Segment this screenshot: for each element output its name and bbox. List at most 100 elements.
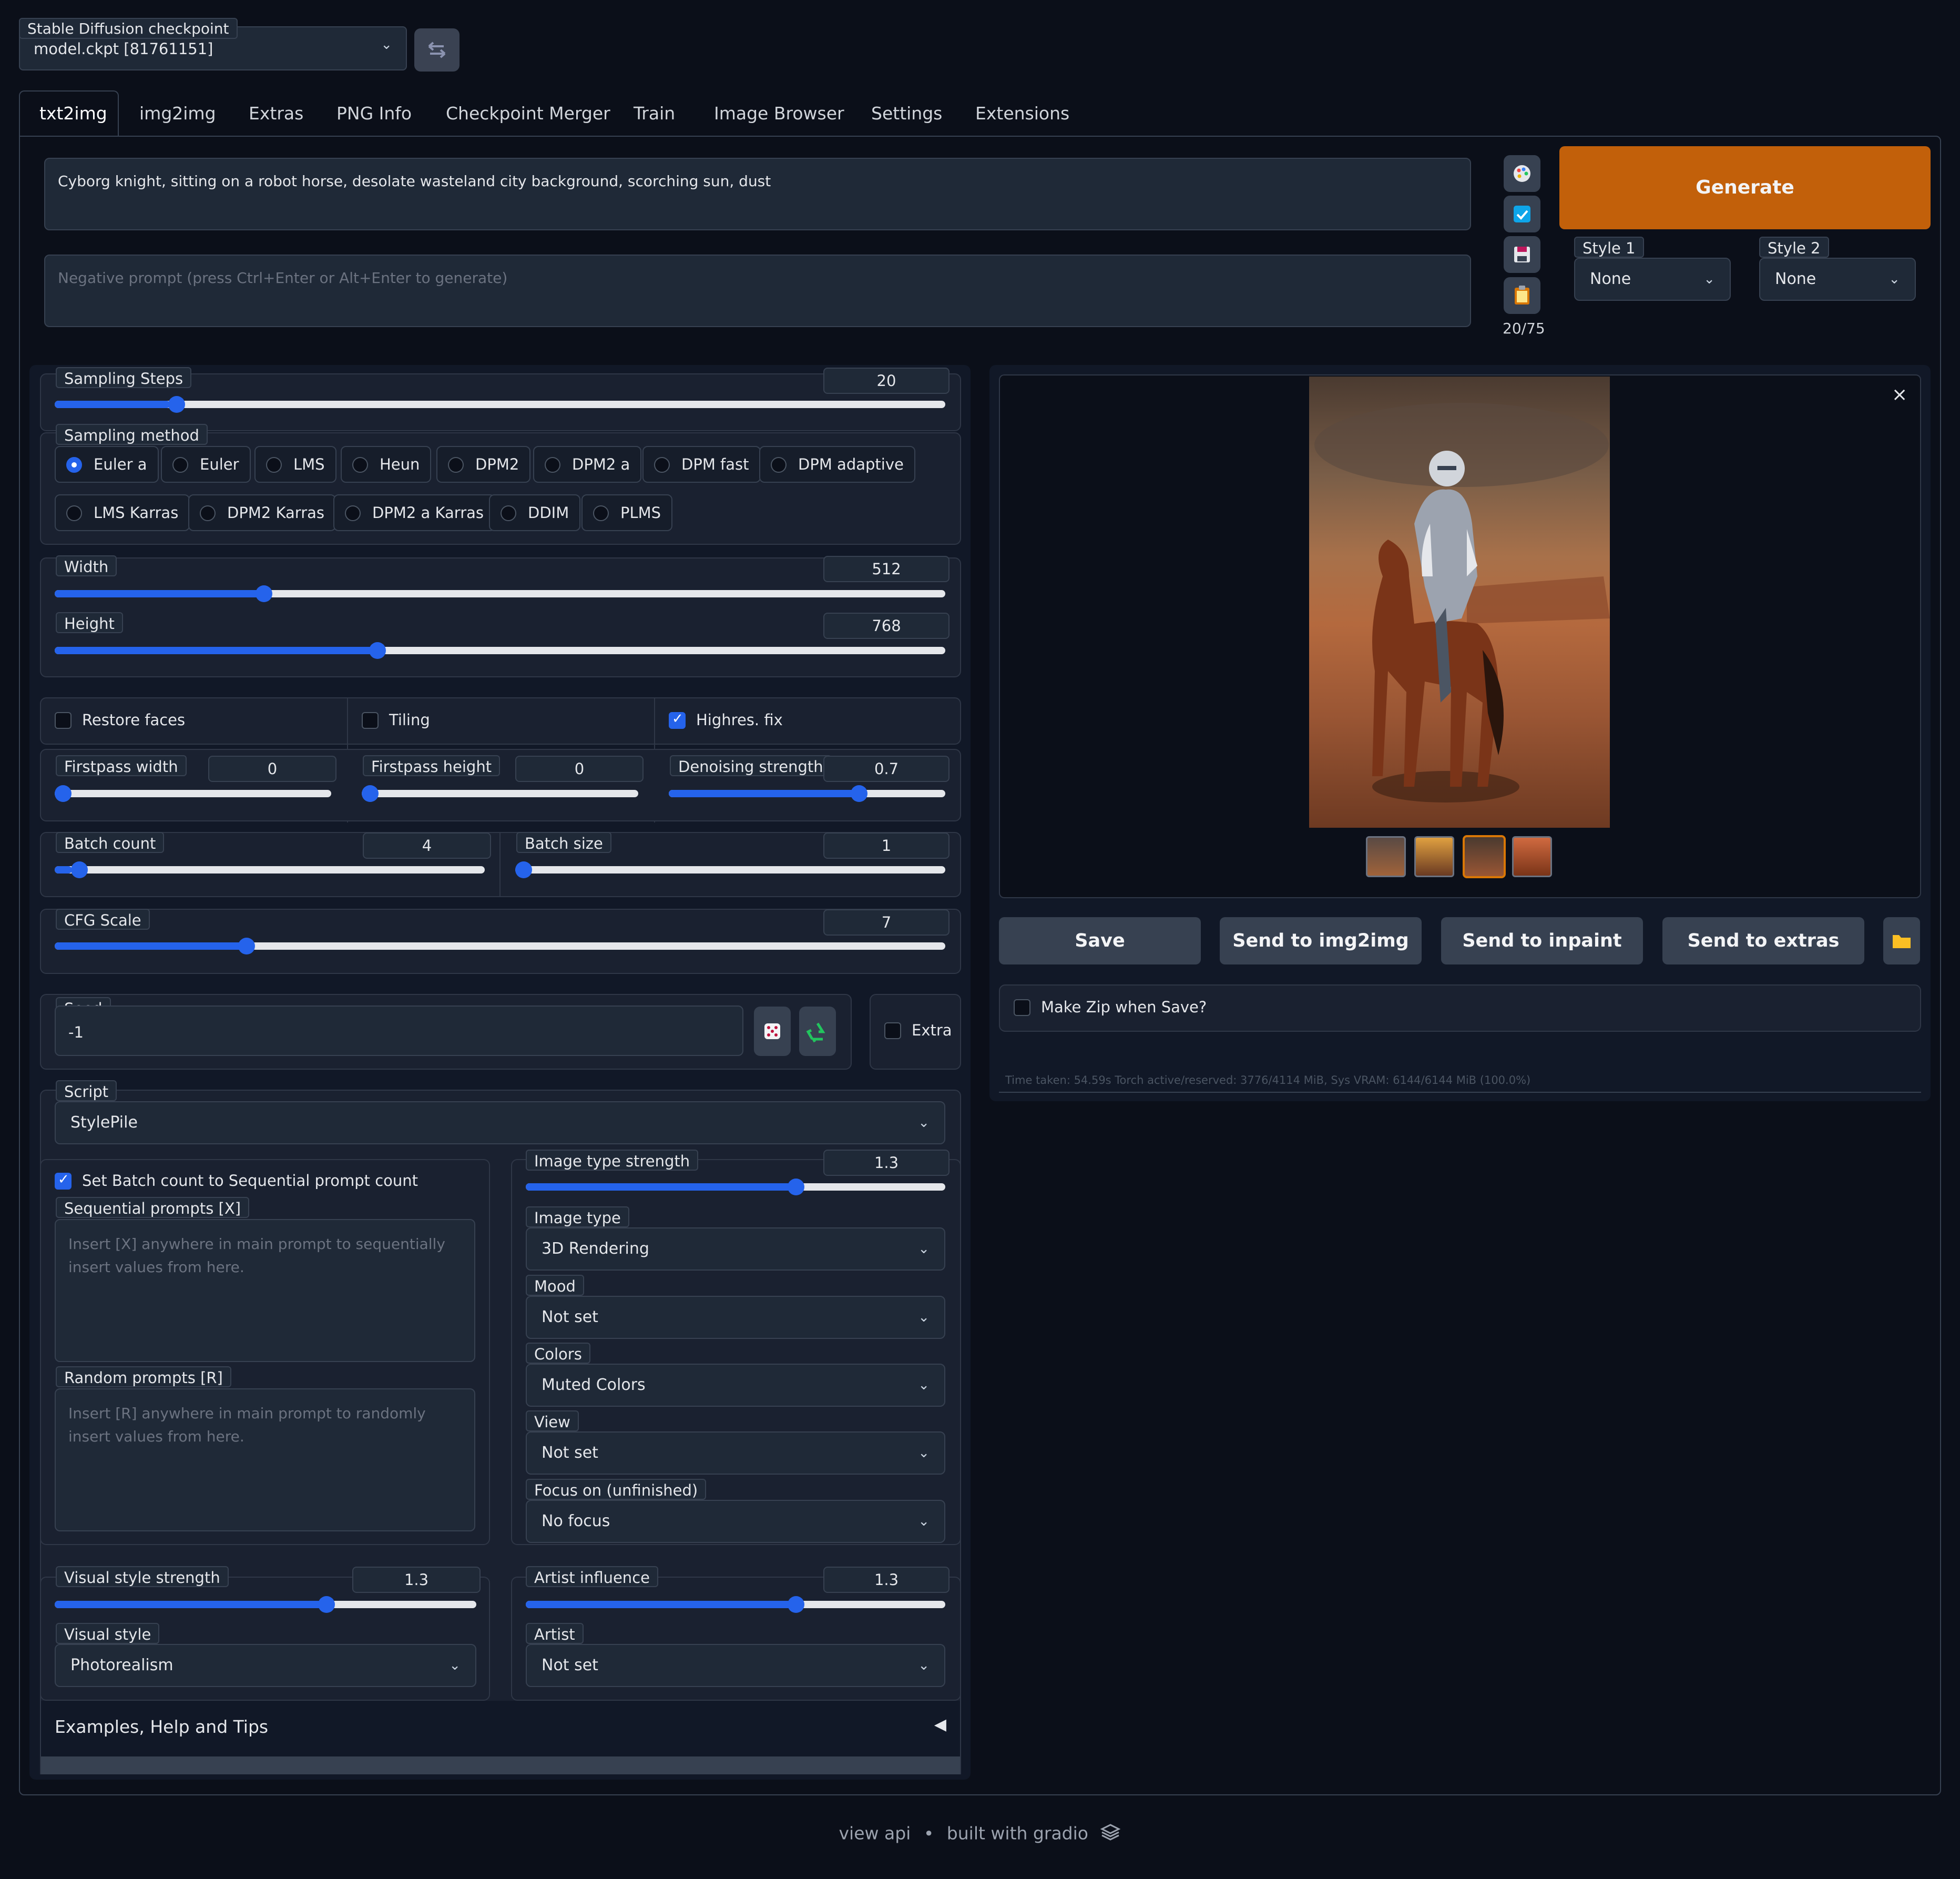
generated-image[interactable] <box>1309 377 1610 828</box>
sampling-steps-slider[interactable] <box>55 396 945 413</box>
seed-extra-checkbox[interactable] <box>884 1022 901 1039</box>
thumbnail-4[interactable] <box>1512 836 1552 877</box>
slider-thumb[interactable] <box>256 585 273 602</box>
height-input[interactable]: 768 <box>823 613 950 639</box>
reuse-seed-button[interactable] <box>799 1007 836 1056</box>
firstpass-width-slider[interactable] <box>55 785 331 802</box>
view-select[interactable]: Not set ⌄ <box>526 1431 945 1475</box>
script-select[interactable]: StylePile ⌄ <box>55 1101 945 1144</box>
apply-style-button[interactable] <box>1504 196 1540 232</box>
image-type-strength-slider[interactable] <box>526 1179 945 1195</box>
denoising-slider[interactable] <box>669 785 945 802</box>
checkpoint-select[interactable]: Stable Diffusion checkpoint model.ckpt [… <box>19 18 407 70</box>
tab-checkpoint-merger[interactable]: Checkpoint Merger <box>446 100 610 137</box>
tab-extras[interactable]: Extras <box>249 100 303 137</box>
generate-button[interactable]: Generate <box>1559 146 1931 229</box>
send-to-inpaint-button[interactable]: Send to inpaint <box>1441 917 1643 964</box>
examples-accordion[interactable]: Examples, Help and Tips ◀ <box>40 1701 961 1774</box>
slider-thumb[interactable] <box>787 1596 804 1613</box>
radio-euler[interactable]: Euler <box>161 446 251 483</box>
style2-select[interactable]: None ⌄ <box>1759 258 1916 301</box>
restore-faces-checkbox[interactable] <box>55 712 72 729</box>
slider-thumb[interactable] <box>787 1179 804 1195</box>
thumbnail-2[interactable] <box>1414 836 1454 877</box>
paste-button[interactable] <box>1504 277 1540 314</box>
radio-heun[interactable]: Heun <box>341 446 432 483</box>
visual-style-strength-input[interactable]: 1.3 <box>352 1567 481 1593</box>
radio-dpm2-karras[interactable]: DPM2 Karras <box>188 494 336 531</box>
radio-dpm2-a-karras[interactable]: DPM2 a Karras <box>333 494 495 531</box>
slider-thumb[interactable] <box>238 938 256 954</box>
tiling-checkbox[interactable] <box>362 712 379 729</box>
batch-size-slider[interactable] <box>515 861 945 878</box>
radio-dpm-fast[interactable]: DPM fast <box>642 446 761 483</box>
save-style-button[interactable] <box>1504 236 1540 273</box>
image-type-strength-input[interactable]: 1.3 <box>823 1150 950 1176</box>
firstpass-height-slider[interactable] <box>362 785 638 802</box>
slider-thumb[interactable] <box>850 785 867 802</box>
view-api-link[interactable]: view api <box>839 1823 911 1844</box>
thumbnail-3[interactable] <box>1463 835 1506 878</box>
width-slider[interactable] <box>55 585 945 602</box>
sequential-prompts-input[interactable]: Insert [X] anywhere in main prompt to se… <box>55 1219 475 1362</box>
radio-plms[interactable]: PLMS <box>581 494 673 531</box>
knight-on-horse-picture <box>1314 403 1610 803</box>
open-folder-button[interactable] <box>1883 917 1920 964</box>
image-type-select[interactable]: 3D Rendering ⌄ <box>526 1227 945 1271</box>
denoising-input[interactable]: 0.7 <box>823 756 950 782</box>
slider-thumb[interactable] <box>168 396 186 413</box>
batch-count-input[interactable]: 4 <box>363 832 491 859</box>
make-zip-checkbox[interactable] <box>1014 999 1030 1016</box>
radio-dpm-adaptive[interactable]: DPM adaptive <box>759 446 915 483</box>
slider-thumb[interactable] <box>515 861 532 878</box>
style1-select[interactable]: None ⌄ <box>1574 258 1731 301</box>
mood-select[interactable]: Not set ⌄ <box>526 1296 945 1339</box>
artist-select[interactable]: Not set ⌄ <box>526 1644 945 1687</box>
prompt-input[interactable]: Cyborg knight, sitting on a robot horse,… <box>44 158 1471 230</box>
tab-img2img[interactable]: img2img <box>139 100 216 137</box>
tab-image-browser[interactable]: Image Browser <box>714 100 844 137</box>
radio-euler-a[interactable]: Euler a <box>55 446 159 483</box>
save-button[interactable]: Save <box>999 917 1201 964</box>
radio-ddim[interactable]: DDIM <box>489 494 581 531</box>
radio-dpm2[interactable]: DPM2 <box>436 446 531 483</box>
slider-thumb[interactable] <box>55 785 72 802</box>
visual-style-select[interactable]: Photorealism ⌄ <box>55 1644 476 1687</box>
batch-count-slider[interactable] <box>55 861 485 878</box>
colors-select[interactable]: Muted Colors ⌄ <box>526 1364 945 1407</box>
close-icon[interactable]: × <box>1892 384 1907 405</box>
negative-prompt-input[interactable]: Negative prompt (press Ctrl+Enter or Alt… <box>44 255 1471 327</box>
cfg-scale-slider[interactable] <box>55 938 945 954</box>
highres-fix-checkbox[interactable] <box>669 711 686 729</box>
slider-thumb[interactable] <box>318 1596 335 1613</box>
tab-extensions[interactable]: Extensions <box>975 100 1069 137</box>
sampling-steps-input[interactable]: 20 <box>823 368 950 394</box>
interrogate-style-button[interactable] <box>1504 155 1540 192</box>
width-input[interactable]: 512 <box>823 556 950 582</box>
random-seed-button[interactable] <box>754 1007 791 1056</box>
slider-thumb[interactable] <box>362 785 379 802</box>
artist-influence-input[interactable]: 1.3 <box>823 1567 950 1593</box>
send-to-extras-button[interactable]: Send to extras <box>1662 917 1864 964</box>
radio-lms-karras[interactable]: LMS Karras <box>55 494 190 531</box>
height-slider[interactable] <box>55 642 945 659</box>
send-to-img2img-button[interactable]: Send to img2img <box>1220 917 1422 964</box>
firstpass-width-input[interactable]: 0 <box>208 756 336 782</box>
radio-lms[interactable]: LMS <box>254 446 336 483</box>
built-with-gradio-link[interactable]: built with gradio <box>947 1823 1088 1844</box>
artist-influence-slider[interactable] <box>526 1596 945 1613</box>
tab-png-info[interactable]: PNG Info <box>336 100 412 137</box>
refresh-checkpoint-button[interactable] <box>414 28 460 72</box>
random-prompts-input[interactable]: Insert [R] anywhere in main prompt to ra… <box>55 1388 475 1531</box>
radio-dpm2-a[interactable]: DPM2 a <box>533 446 642 483</box>
cfg-scale-input[interactable]: 7 <box>823 909 950 936</box>
focus-select[interactable]: No focus ⌄ <box>526 1500 945 1543</box>
set-batch-checkbox[interactable] <box>55 1172 72 1190</box>
tab-settings[interactable]: Settings <box>871 100 942 137</box>
seed-input[interactable]: -1 <box>55 1005 743 1056</box>
thumbnail-1[interactable] <box>1366 836 1406 877</box>
firstpass-height-input[interactable]: 0 <box>515 756 644 782</box>
tab-train[interactable]: Train <box>634 100 675 137</box>
batch-size-input[interactable]: 1 <box>823 832 950 859</box>
visual-style-strength-slider[interactable] <box>55 1596 476 1613</box>
